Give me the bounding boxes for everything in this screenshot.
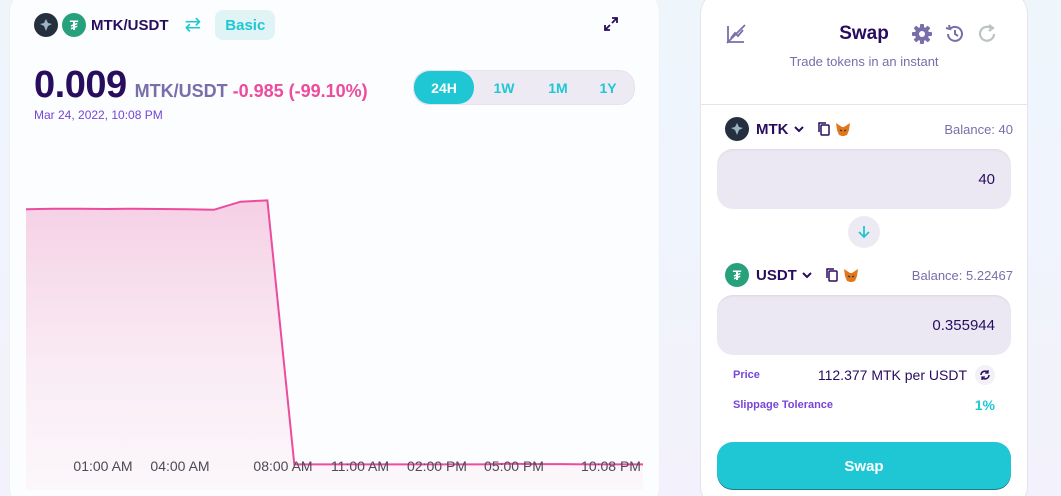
to-amount-input[interactable]: 0.355944	[717, 295, 1011, 355]
swap-subtitle: Trade tokens in an instant	[789, 54, 939, 69]
refresh-icon	[980, 370, 990, 380]
copy-icon[interactable]	[817, 121, 831, 137]
price-label: Price	[733, 369, 760, 381]
x-tick-label: 01:00 AM	[73, 458, 132, 474]
refresh-icon[interactable]	[976, 23, 998, 45]
x-tick-label: 10:08 PM	[581, 458, 641, 474]
from-token-row: MTK Balance: 40	[725, 116, 1013, 142]
from-token-symbol[interactable]: MTK	[756, 121, 789, 138]
x-tick-label: 04:00 AM	[150, 458, 209, 474]
chart-area-fill	[26, 200, 643, 490]
to-token-balance: Balance: 5.22467	[911, 267, 1013, 283]
slippage-value[interactable]: 1%	[975, 397, 995, 413]
price-value: 112.377 MTK per USDT	[817, 367, 967, 383]
metamask-icon[interactable]	[843, 268, 859, 283]
x-tick-label: 11:00 AM	[331, 458, 389, 474]
chevron-down-icon[interactable]	[801, 269, 813, 281]
arrow-down-icon	[858, 226, 870, 239]
copy-icon[interactable]	[825, 267, 839, 283]
swap-header: Swap Trade tokens in an instant	[701, 1, 1027, 105]
swap-button[interactable]: Swap	[717, 442, 1011, 490]
slippage-label: Slippage Tolerance	[733, 399, 834, 411]
from-token-balance: Balance: 40	[944, 121, 1013, 137]
to-token-row: ₮ USDT Balance: 5.22467	[725, 262, 1013, 288]
swap-panel: Swap Trade tokens in an instant MTK Bala…	[700, 0, 1028, 496]
history-icon[interactable]	[944, 23, 966, 45]
x-tick-label: 05:00 PM	[484, 458, 544, 474]
chevron-down-icon[interactable]	[793, 123, 805, 135]
price-info-row: Price 112.377 MTK per USDT	[733, 365, 995, 385]
switch-tokens-button[interactable]	[848, 216, 880, 248]
x-tick-label: 08:00 AM	[253, 458, 312, 474]
from-amount-input[interactable]: 40	[717, 149, 1011, 209]
metamask-icon[interactable]	[835, 122, 851, 137]
mtk-token-icon	[725, 117, 749, 141]
invert-price-button[interactable]	[975, 365, 995, 385]
price-chart: 01:00 AM 04:00 AM 08:00 AM 11:00 AM 02:00 PM…	[25, 199, 643, 490]
to-token-symbol[interactable]: USDT	[756, 267, 797, 284]
settings-icon[interactable]	[911, 23, 933, 45]
slippage-info-row: Slippage Tolerance 1%	[733, 397, 995, 413]
usdt-token-icon: ₮	[725, 263, 749, 287]
x-tick-label: 02:00 PM	[407, 458, 467, 474]
